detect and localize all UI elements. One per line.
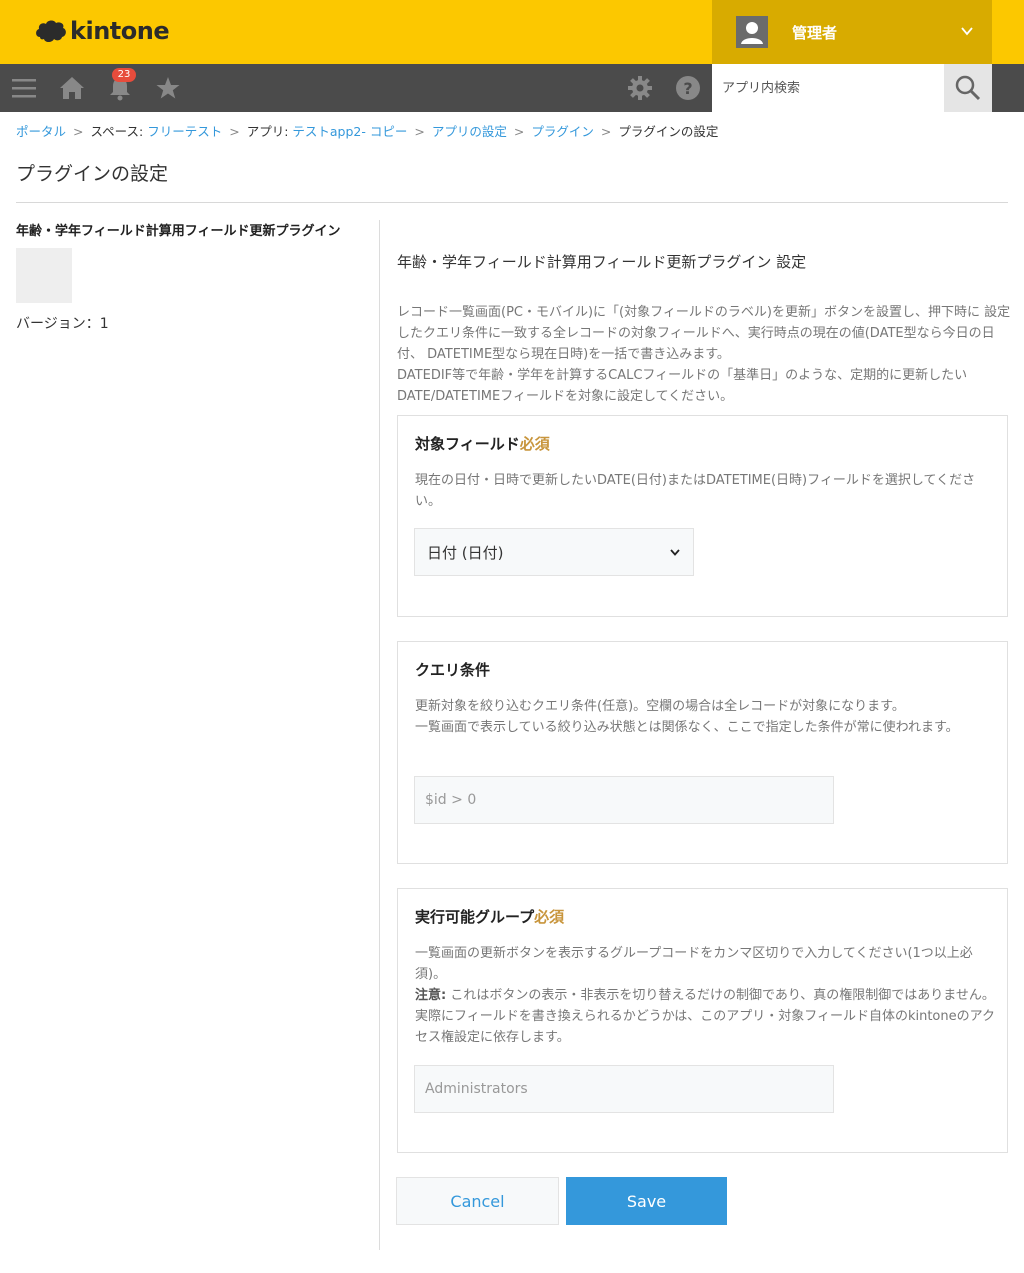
target-field-heading: 対象フィールド必須: [415, 435, 550, 453]
page-title: プラグインの設定: [16, 163, 169, 185]
kintone-logo-icon: [36, 20, 66, 42]
breadcrumb-current: プラグインの設定: [618, 124, 719, 139]
column-divider: [379, 220, 380, 1250]
groups-heading: 実行可能グループ必須: [415, 908, 565, 926]
breadcrumb-portal[interactable]: ポータル: [16, 124, 66, 139]
title-divider: [16, 202, 1008, 203]
target-field-select[interactable]: 日付 (日付): [414, 528, 694, 576]
settings-intro: レコード一覧画面(PC・モバイル)に「(対象フィールドのラベル)を更新」ボタンを…: [397, 302, 1012, 407]
logo-text: kintone: [70, 17, 170, 45]
breadcrumb-space[interactable]: フリーテスト: [147, 124, 222, 139]
settings-title: 年齢・学年フィールド計算用フィールド更新プラグイン 設定: [397, 253, 807, 271]
user-name: 管理者: [792, 24, 838, 42]
gear-icon[interactable]: [626, 74, 654, 102]
intro-paragraph: レコード一覧画面(PC・モバイル)に「(対象フィールドのラベル)を更新」ボタンを…: [397, 305, 1011, 362]
target-field-selected: 日付 (日付): [427, 543, 504, 562]
breadcrumb-app[interactable]: テストapp2- コピー: [292, 124, 407, 139]
svg-text:?: ?: [683, 79, 692, 98]
user-menu[interactable]: 管理者: [712, 0, 992, 64]
note-label: 注意:: [415, 988, 447, 1003]
help-icon[interactable]: ?: [674, 74, 702, 102]
query-input[interactable]: [414, 776, 834, 824]
breadcrumb: ポータル > スペース: フリーテスト > アプリ: テストapp2- コピー > アプリの…: [16, 124, 719, 139]
search-icon: [955, 75, 981, 101]
groups-input[interactable]: [414, 1065, 834, 1113]
groups-description: 一覧画面の更新ボタンを表示するグループコードをカンマ区切りで入力してください(1…: [415, 946, 995, 1045]
cancel-button[interactable]: Cancel: [396, 1177, 559, 1225]
star-icon[interactable]: [154, 74, 182, 102]
breadcrumb-plugins[interactable]: プラグイン: [531, 124, 594, 139]
user-avatar-icon: [736, 16, 768, 48]
required-label: 必須: [519, 435, 550, 453]
save-button[interactable]: Save: [566, 1177, 727, 1225]
plugin-icon: [16, 248, 72, 303]
menu-icon[interactable]: [10, 74, 38, 102]
chevron-down-icon: [961, 27, 973, 36]
plugin-version: バージョン：1: [16, 316, 109, 332]
query-heading: クエリ条件: [415, 661, 491, 679]
home-icon[interactable]: [58, 74, 86, 102]
intro-paragraph: DATEDIF等で年齢・学年を計算するCALCフィールドの「基準日」のような、定…: [397, 368, 968, 404]
search-button[interactable]: [944, 64, 992, 112]
target-field-description: 現在の日付・日時で更新したいDATE(日付)またはDATETIME(日時)フィー…: [415, 473, 976, 509]
breadcrumb-app-settings[interactable]: アプリの設定: [432, 124, 507, 139]
query-description: 更新対象を絞り込むクエリ条件(任意)。空欄の場合は全レコードが対象になります。 …: [415, 699, 959, 735]
top-header: kintone 管理者: [0, 0, 1024, 64]
app-search-input[interactable]: [712, 64, 944, 112]
query-card: クエリ条件 更新対象を絞り込むクエリ条件(任意)。空欄の場合は全レコードが対象に…: [397, 641, 1008, 864]
groups-card: 実行可能グループ必須 一覧画面の更新ボタンを表示するグループコードをカンマ区切り…: [397, 888, 1008, 1153]
plugin-name: 年齢・学年フィールド計算用フィールド更新プラグイン: [16, 224, 341, 239]
target-field-card: 対象フィールド必須 現在の日付・日時で更新したいDATE(日付)またはDATET…: [397, 415, 1008, 617]
notification-badge: 23: [112, 68, 136, 82]
required-label: 必須: [534, 908, 565, 926]
kintone-logo[interactable]: kintone: [34, 17, 170, 45]
chevron-down-icon: [670, 549, 680, 556]
